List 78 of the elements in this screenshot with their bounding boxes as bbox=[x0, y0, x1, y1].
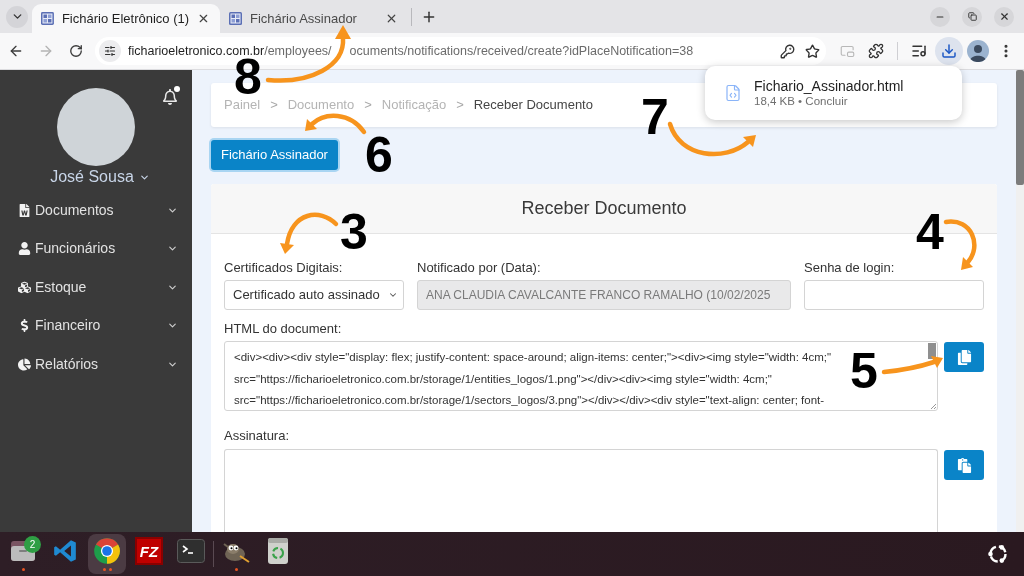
field-label: Notificado por (Data): bbox=[417, 260, 542, 276]
dollar-icon bbox=[18, 319, 31, 333]
copy-icon bbox=[956, 349, 972, 365]
annotation-number: 6 bbox=[365, 130, 393, 180]
annotation-number: 4 bbox=[916, 207, 944, 257]
close-icon[interactable] bbox=[385, 12, 398, 25]
profile-avatar-icon bbox=[967, 40, 989, 62]
reload-icon bbox=[69, 44, 83, 58]
bookmark-star-icon[interactable] bbox=[805, 43, 820, 59]
breadcrumb-separator: > bbox=[456, 96, 464, 115]
download-icon bbox=[941, 43, 957, 59]
ring-logo-icon bbox=[987, 543, 1009, 565]
close-icon bbox=[998, 11, 1010, 22]
certificate-select[interactable]: Certificado auto assinado bbox=[224, 280, 404, 310]
field-label: Senha de login: bbox=[804, 260, 896, 276]
favicon-icon bbox=[229, 12, 242, 25]
dock-app-button[interactable]: FZ bbox=[130, 534, 168, 574]
password-field[interactable] bbox=[804, 280, 984, 310]
sidebar-menu-item[interactable]: Documentos bbox=[0, 191, 192, 230]
logo-tile: FZ bbox=[135, 537, 163, 565]
terminal-icon bbox=[177, 539, 205, 563]
puzzle-icon bbox=[868, 43, 884, 59]
boxes-icon bbox=[18, 280, 31, 294]
close-icon[interactable] bbox=[197, 12, 210, 25]
tab-list-button[interactable] bbox=[6, 5, 28, 28]
download-filename[interactable]: Fichario_Assinador.html bbox=[754, 78, 904, 94]
user-icon bbox=[18, 242, 31, 256]
field-label: HTML do document: bbox=[224, 321, 343, 337]
close-window-button[interactable] bbox=[994, 6, 1014, 27]
annotation-arrow bbox=[305, 113, 367, 135]
browser-tab[interactable]: Fichário Eletrônico (1) bbox=[32, 4, 220, 33]
circle-logo-icon bbox=[93, 537, 121, 565]
picture-in-picture-icon bbox=[839, 43, 855, 59]
signer-button[interactable]: Fichário Assinador bbox=[211, 140, 338, 170]
annotation-number: 3 bbox=[340, 207, 368, 257]
code-file-icon bbox=[724, 84, 742, 102]
media-list-icon bbox=[911, 43, 927, 59]
annotation-number: 7 bbox=[641, 92, 669, 142]
minimize-button[interactable] bbox=[930, 6, 950, 27]
scrollbar-thumb[interactable] bbox=[1016, 70, 1024, 185]
annotation-arrow bbox=[943, 219, 977, 270]
annotation-number: 5 bbox=[850, 346, 878, 396]
site-settings-icon[interactable] bbox=[104, 45, 116, 57]
download-status: 18,4 KB • Concluir bbox=[754, 94, 849, 108]
resize-grip-icon bbox=[930, 403, 936, 409]
sidebar-menu-item[interactable]: Financeiro bbox=[0, 306, 192, 345]
field-label: Assinatura: bbox=[224, 428, 291, 444]
chevron-down-icon bbox=[388, 290, 398, 300]
copy-button[interactable] bbox=[944, 342, 984, 372]
unread-badge: 2 bbox=[24, 536, 41, 553]
restore-button[interactable] bbox=[962, 6, 982, 27]
key-icon[interactable] bbox=[780, 43, 795, 59]
downloads-button[interactable] bbox=[935, 37, 963, 65]
annotation-arrow bbox=[881, 356, 943, 375]
favicon-icon bbox=[41, 12, 54, 25]
breadcrumb-separator: > bbox=[364, 96, 372, 115]
browser-tab[interactable]: Fichário Assinador bbox=[220, 4, 408, 33]
annotation-arrow bbox=[280, 212, 339, 254]
bell-icon bbox=[162, 89, 178, 105]
ribbon-logo-icon bbox=[52, 538, 78, 564]
field-label: Certificados Digitais: bbox=[224, 260, 344, 276]
card-title: Receber Documento bbox=[521, 197, 687, 220]
word-file-icon bbox=[18, 203, 31, 217]
notifications-button[interactable] bbox=[162, 88, 178, 106]
profile-button[interactable] bbox=[964, 37, 992, 65]
breadcrumb-current: Receber Documento bbox=[473, 96, 593, 115]
restore-icon bbox=[967, 12, 977, 21]
sidebar-menu-item[interactable]: Relatórios bbox=[0, 345, 192, 384]
sidebar-menu-item[interactable]: Funcionários bbox=[0, 229, 192, 268]
user-menu-button[interactable]: José Sousa bbox=[42, 167, 150, 187]
pie-chart-icon bbox=[18, 357, 31, 371]
sidebar-menu-item[interactable]: Estoque bbox=[0, 268, 192, 307]
trash-icon bbox=[267, 537, 289, 565]
paste-button[interactable] bbox=[944, 450, 984, 480]
scrollbar-thumb[interactable] bbox=[928, 343, 936, 359]
dock-app-button[interactable] bbox=[88, 534, 126, 574]
breadcrumb-separator: > bbox=[270, 96, 278, 115]
paste-icon bbox=[956, 457, 972, 473]
